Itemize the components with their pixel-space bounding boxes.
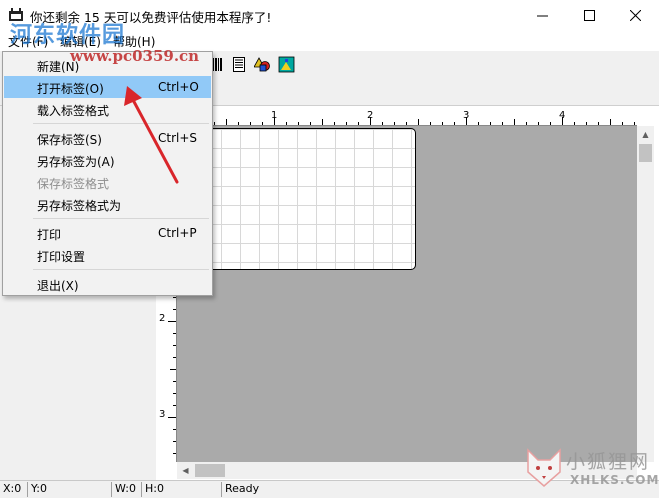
barcode-icon[interactable] — [212, 56, 229, 73]
menu-separator — [33, 269, 209, 270]
status-y: Y:0 — [28, 482, 112, 497]
menu-item-open-label[interactable]: 打开标签(O) Ctrl+O — [4, 76, 211, 98]
maximize-button[interactable] — [566, 0, 612, 31]
watermark-brand-en: XHLKS.COM — [570, 473, 659, 487]
ruler-left-label: 3 — [159, 409, 166, 420]
file-menu-dropdown: 新建(N) 打开标签(O) Ctrl+O 载入标签格式 保存标签(S) Ctrl… — [2, 51, 213, 296]
close-icon — [629, 10, 641, 21]
scroll-up-button[interactable]: ▲ — [637, 126, 654, 143]
menu-item-save-format: 保存标签格式 — [37, 177, 110, 191]
watermark-site-name: 河东软件园 — [10, 22, 126, 48]
minimize-button[interactable] — [519, 0, 565, 31]
horizontal-scroll-thumb[interactable] — [195, 464, 225, 477]
menu-item-save-label-as[interactable]: 另存标签为(A) — [4, 149, 211, 171]
label-canvas[interactable] — [201, 128, 416, 270]
watermark-site-url: www.pc0359.cn — [70, 47, 200, 65]
fox-logo-icon — [527, 448, 561, 487]
vertical-scrollbar[interactable]: ▲ — [637, 126, 654, 462]
maximize-icon — [583, 10, 595, 21]
status-x: X:0 — [0, 482, 28, 497]
chevron-up-icon: ▲ — [642, 130, 649, 139]
ruler-top-label: 2 — [367, 110, 374, 121]
chevron-left-icon: ◀ — [182, 466, 189, 475]
menu-separator — [33, 218, 209, 219]
menu-item-load-format[interactable]: 载入标签格式 — [4, 98, 211, 120]
menu-item-exit[interactable]: 退出(X) — [4, 273, 211, 295]
menu-item-save-format-as[interactable]: 另存标签格式为 — [4, 193, 211, 215]
ruler-top: 1 2 3 4 — [176, 108, 637, 126]
scroll-left-button[interactable]: ◀ — [177, 462, 194, 479]
status-h: H:0 — [142, 482, 222, 497]
shapes-icon[interactable] — [254, 56, 271, 73]
minimize-icon — [536, 15, 548, 17]
watermark-brand-cn: 小狐狸网 — [566, 451, 651, 473]
ruler-left-label: 2 — [159, 313, 166, 324]
menu-item-save-label[interactable]: 保存标签(S) Ctrl+S — [4, 127, 211, 149]
ruler-top-label: 3 — [463, 110, 470, 121]
menu-item-print[interactable]: 打印 Ctrl+P — [4, 222, 211, 244]
menu-separator — [33, 123, 209, 124]
ruler-top-label: 1 — [271, 110, 278, 121]
vertical-scroll-thumb[interactable] — [639, 144, 652, 162]
text-document-icon[interactable] — [231, 56, 248, 73]
status-w: W:0 — [112, 482, 142, 497]
close-button[interactable] — [612, 0, 658, 31]
menu-item-print-setup[interactable]: 打印设置 — [4, 244, 211, 266]
image-icon[interactable] — [278, 56, 295, 73]
ruler-top-label: 4 — [559, 110, 566, 121]
